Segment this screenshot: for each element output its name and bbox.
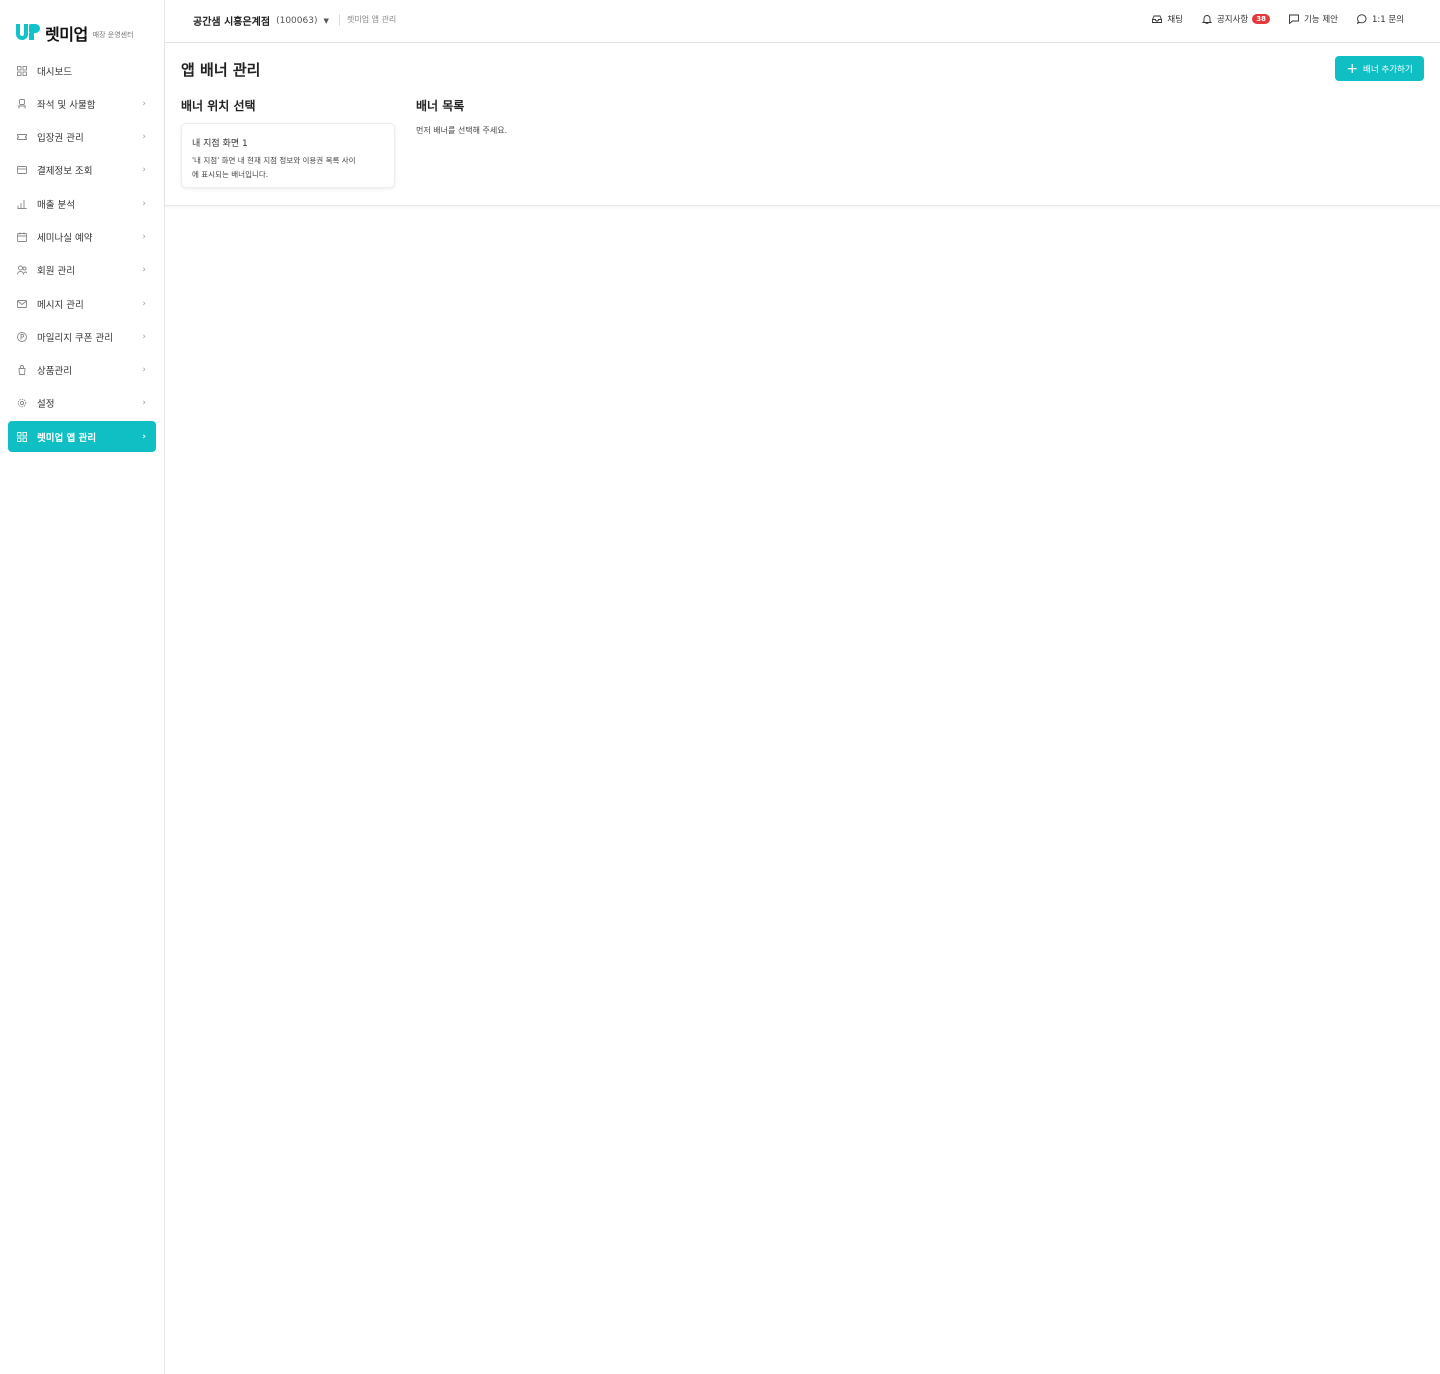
chart-icon [17,199,27,209]
chat-label: 채팅 [1167,15,1183,25]
suggest-label: 기능 제안 [1303,15,1338,25]
chevron-right-icon: › [142,98,146,109]
message-circle-icon [1356,14,1367,24]
sidebar-item-members[interactable]: 회원 관리 › [8,255,156,286]
store-code: (100063) [276,15,318,26]
sidebar-item-label: 세미나실 예약 [37,232,93,244]
chevron-right-icon: › [142,132,146,143]
chevron-right-icon: › [142,331,146,342]
grid-icon [17,65,27,76]
position-card-desc-line: '내 지점' 화면 내 현재 지점 정보와 이용권 목록 사이 [192,156,356,165]
chevron-right-icon: › [142,431,146,442]
sidebar-item-label: 설정 [37,399,55,411]
sidebar-item-tickets[interactable]: 입장권 관리 › [8,122,156,153]
banner-position-card[interactable]: 내 지점 화면 1 '내 지점' 화면 내 현재 지점 정보와 이용권 목록 사… [181,123,395,188]
sidebar-item-payments[interactable]: 결제정보 조회 › [8,155,156,186]
main-panel: 앱 배너 관리 + 배너 추가하기 배너 위치 선택 배너 목록 내 지점 화면… [165,43,1440,206]
logo-icon [16,24,40,42]
seat-icon [17,98,27,109]
sidebar-item-dashboard[interactable]: 대시보드 [8,55,156,86]
position-card-title: 내 지점 화면 1 [192,139,248,149]
caret-down-icon: ▼ [323,16,329,25]
sidebar-item-label: 회원 관리 [37,266,75,278]
plus-icon: + [1346,60,1359,77]
message-square-icon [1289,14,1299,24]
grid-icon [17,431,27,442]
chevron-right-icon: › [142,265,146,276]
notice-count-badge: 38 [1252,14,1270,24]
page-title: 앱 배너 관리 [181,61,261,79]
breadcrumb-divider [339,14,340,26]
brand-name: 렛미업 [45,25,88,44]
sidebar-item-seats[interactable]: 좌석 및 사물함 › [8,88,156,119]
empty-state-message: 먼저 배너를 선택해 주세요. [416,126,508,135]
brand-logo[interactable]: 렛미업 매장 운영센터 [16,22,134,44]
chevron-right-icon: › [142,231,146,242]
add-banner-label: 배너 추가하기 [1363,64,1413,75]
sidebar-item-label: 입장권 관리 [37,133,84,145]
sidebar-item-products[interactable]: 상품관리 › [8,355,156,386]
position-section-title: 배너 위치 선택 [181,99,256,113]
inquiry-button[interactable]: 1:1 문의 [1356,13,1404,25]
sidebar-item-app-management[interactable]: 렛미업 앱 관리 › [8,421,156,453]
top-actions: 채팅 공지사항 38 기능 제안 1:1 문의 [1133,13,1404,25]
sidebar-item-label: 메시지 관리 [37,299,84,311]
bell-icon [1201,15,1212,24]
sidebar-item-label: 좌석 및 사물함 [37,99,96,111]
suggest-button[interactable]: 기능 제안 [1289,13,1338,25]
ticket-icon [17,132,27,142]
sidebar-item-label: 결제정보 조회 [37,166,93,178]
chevron-right-icon: › [142,398,146,409]
mail-icon [17,299,27,309]
sidebar-item-label: 마일리지 쿠폰 관리 [37,332,113,344]
breadcrumb: 렛미업 앱 관리 [347,15,397,24]
chevron-right-icon: › [142,165,146,176]
chat-button[interactable]: 채팅 [1152,13,1183,25]
list-section-title: 배너 목록 [416,99,465,113]
chevron-right-icon: › [142,365,146,376]
sidebar-item-seminar[interactable]: 세미나실 예약 › [8,221,156,252]
gear-icon [17,398,27,408]
point-icon [17,331,27,342]
sidebar-item-mileage[interactable]: 마일리지 쿠폰 관리 › [8,321,156,352]
position-card-desc-line: 에 표시되는 배너입니다. [192,170,269,179]
brand-subtitle: 매장 운영센터 [92,30,134,39]
top-bar: 공간샘 시흥은계점 (100063) ▼ 렛미업 앱 관리 채팅 공지사항 38… [165,0,1440,43]
position-card-description: '내 지점' 화면 내 현재 지점 정보와 이용권 목록 사이 에 표시되는 배… [192,154,384,182]
sidebar-nav: 대시보드 좌석 및 사물함 › 입장권 관리 › 결제정보 조회 › 매출 분석… [8,55,156,455]
inbox-icon [1152,15,1163,23]
chevron-right-icon: › [142,198,146,209]
sidebar-item-label: 렛미업 앱 관리 [37,432,97,444]
store-name: 공간샘 시흥은계점 [193,17,271,28]
sidebar-item-settings[interactable]: 설정 › [8,388,156,419]
sidebar-item-messages[interactable]: 메시지 관리 › [8,288,156,319]
sidebar-item-label: 대시보드 [37,66,72,78]
notice-button[interactable]: 공지사항 38 [1201,13,1270,25]
users-icon [17,265,27,275]
chevron-right-icon: › [142,298,146,309]
calendar-icon [17,232,27,242]
inquiry-label: 1:1 문의 [1371,15,1404,25]
add-banner-button[interactable]: + 배너 추가하기 [1335,56,1424,81]
sidebar-item-label: 상품관리 [37,366,72,378]
sidebar: 렛미업 매장 운영센터 대시보드 좌석 및 사물함 › 입장권 관리 › 결제정… [0,0,165,1374]
product-icon [17,365,27,376]
notice-label: 공지사항 [1216,15,1249,25]
sidebar-item-sales[interactable]: 매출 분석 › [8,188,156,219]
sidebar-item-label: 매출 분석 [37,199,75,211]
card-icon [17,165,27,175]
store-selector[interactable]: 공간샘 시흥은계점 (100063) ▼ [193,13,329,29]
